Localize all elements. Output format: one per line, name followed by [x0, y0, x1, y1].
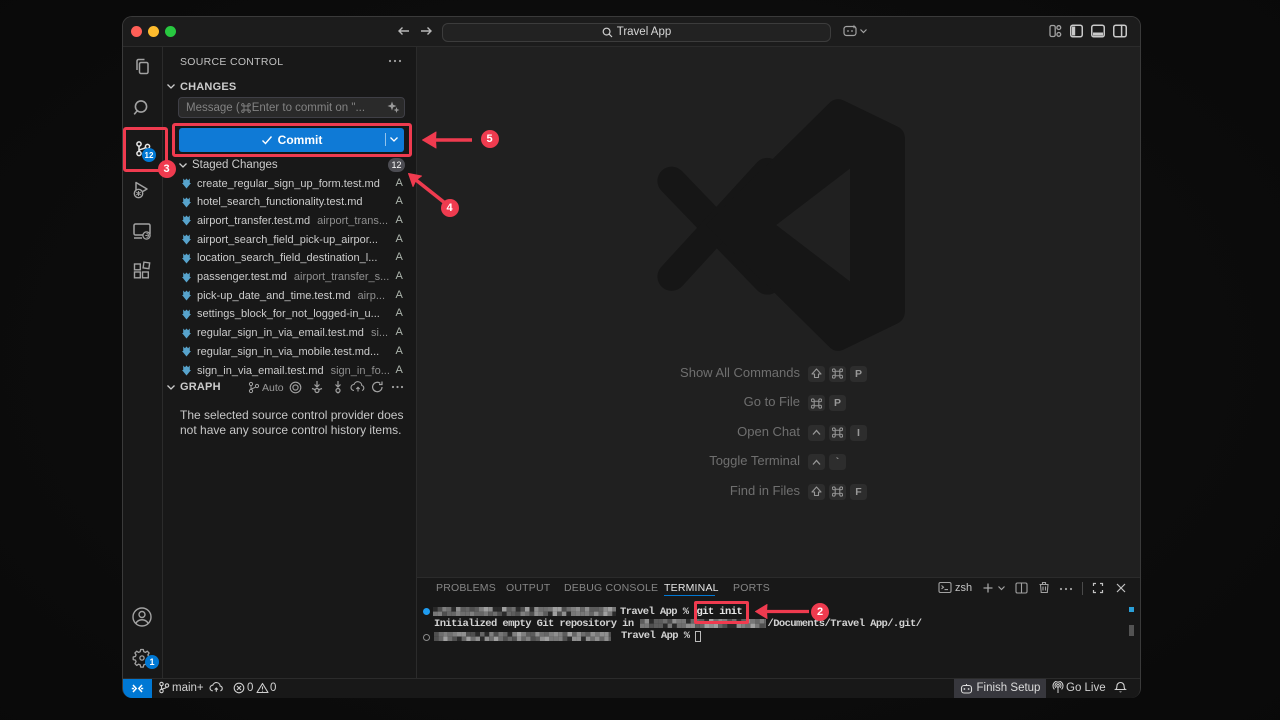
svg-text:Auto: Auto — [262, 382, 284, 394]
